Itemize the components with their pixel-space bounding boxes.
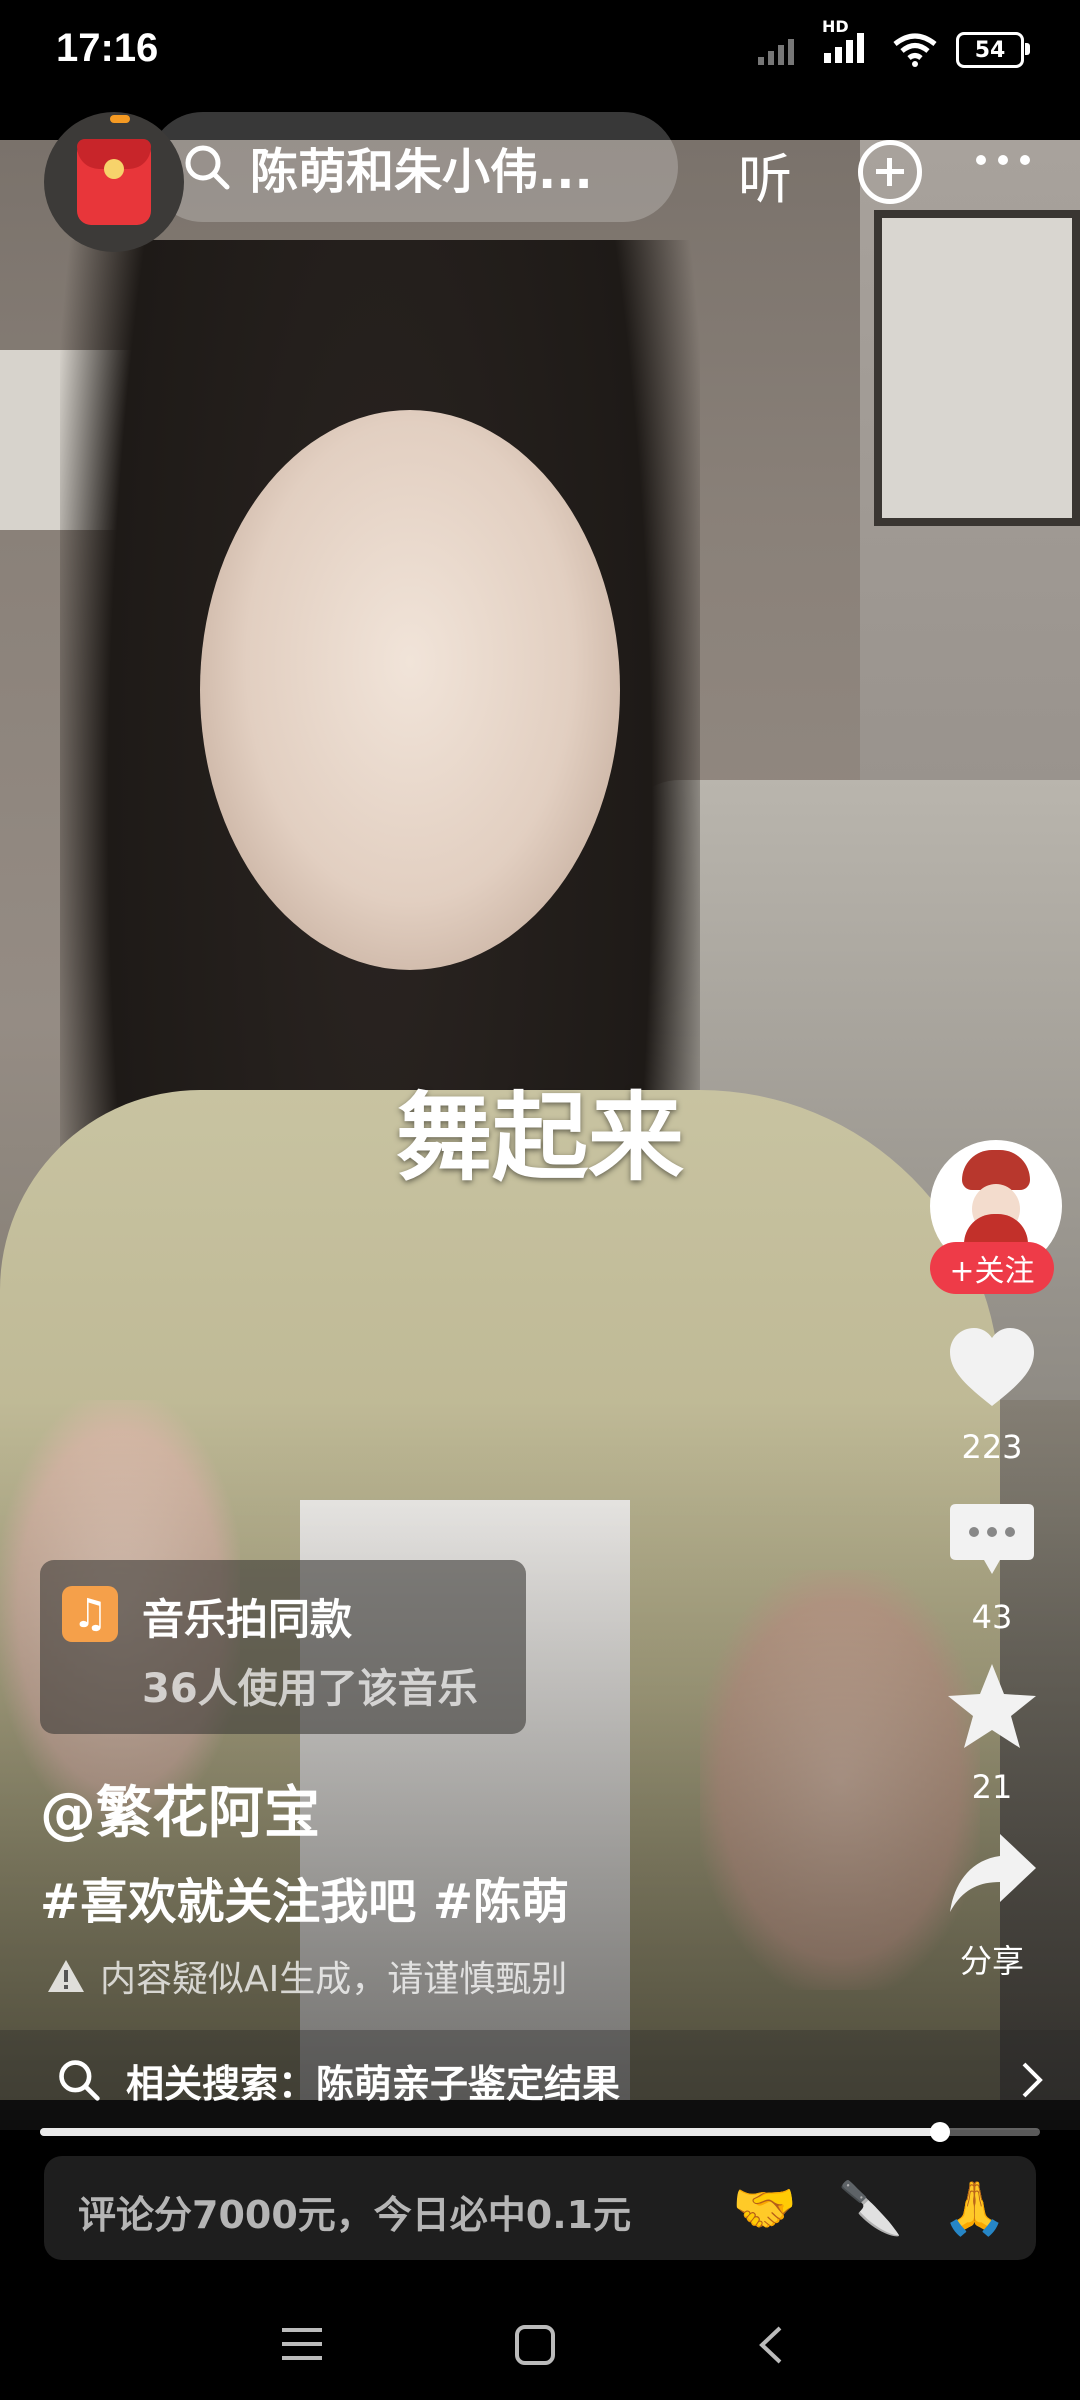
like-count: 223: [961, 1428, 1023, 1466]
lyric-overlay: 舞起来: [396, 1082, 684, 1194]
chevron-right-icon: [1022, 2062, 1043, 2098]
back-icon[interactable]: [756, 2324, 784, 2366]
music-card-title: 音乐拍同款: [142, 1595, 353, 1644]
ai-notice: 内容疑似AI生成，请谨慎甄别: [46, 1950, 567, 2002]
warning-icon: [48, 1960, 84, 1992]
search-bar[interactable]: 陈萌和朱小伟...: [148, 112, 678, 222]
more-icon[interactable]: [976, 155, 1030, 165]
red-packet-icon: [77, 139, 151, 225]
red-packet-progress-dot: [110, 115, 130, 123]
emoji-pray[interactable]: 🙏: [942, 2178, 1007, 2239]
search-query: 陈萌和朱小伟...: [250, 144, 593, 200]
comment-icon[interactable]: [946, 1500, 1038, 1582]
related-search-icon: [59, 2060, 100, 2101]
like-heart-icon[interactable]: [944, 1320, 1040, 1416]
comment-count: 43: [971, 1598, 1013, 1636]
search-icon: [185, 145, 230, 190]
video-picture-frame: [874, 210, 1080, 526]
favorite-count: 21: [971, 1768, 1013, 1806]
wifi-icon: [893, 33, 937, 67]
menu-icon[interactable]: [280, 2324, 324, 2364]
listen-button[interactable]: 听: [738, 135, 792, 214]
system-nav-bar: [0, 2290, 1080, 2400]
home-icon[interactable]: [514, 2324, 556, 2366]
emoji-handshake[interactable]: 🤝: [732, 2178, 797, 2239]
video-progress-fill: [40, 2128, 940, 2136]
red-packet-button[interactable]: [44, 112, 184, 252]
video-person-face: [200, 410, 620, 970]
battery-level: 54: [974, 37, 1006, 63]
music-same-card[interactable]: ♫ 音乐拍同款 36人使用了该音乐: [40, 1560, 526, 1734]
video-progress-handle[interactable]: [930, 2122, 950, 2142]
share-arrow-icon[interactable]: [944, 1828, 1040, 1918]
related-search-text: 相关搜索：陈萌亲子鉴定结果: [126, 2061, 621, 2106]
signal-icon-secondary: [758, 39, 794, 65]
comment-input[interactable]: 评论分7000元，今日必中0.1元: [78, 2184, 631, 2239]
network-label: HD: [822, 17, 849, 36]
music-note-icon: ♫: [62, 1586, 118, 1642]
author-name[interactable]: @繁花阿宝: [40, 1768, 320, 1849]
favorite-star-icon[interactable]: [944, 1658, 1040, 1754]
video-progress-bar[interactable]: [40, 2122, 1040, 2142]
battery-icon: 54: [956, 32, 1030, 68]
ai-notice-text: 内容疑似AI生成，请谨慎甄别: [100, 1959, 568, 2000]
music-card-subtitle: 36人使用了该音乐: [142, 1666, 478, 1712]
status-time: 17:16: [56, 26, 159, 70]
status-icons: HD 54: [756, 17, 1030, 72]
follow-button[interactable]: +关注: [930, 1242, 1054, 1294]
related-search-bar[interactable]: 相关搜索：陈萌亲子鉴定结果: [0, 2030, 1080, 2130]
emoji-knife[interactable]: 🔪: [838, 2178, 903, 2239]
signal-icon-primary: HD: [822, 17, 874, 69]
share-label: 分享: [959, 1942, 1024, 1980]
comment-input-bar[interactable]: 评论分7000元，今日必中0.1元 🤝 🔪 🙏: [44, 2156, 1036, 2260]
post-hashtags[interactable]: #喜欢就关注我吧 #陈萌: [40, 1862, 569, 1932]
add-icon[interactable]: [858, 140, 922, 204]
